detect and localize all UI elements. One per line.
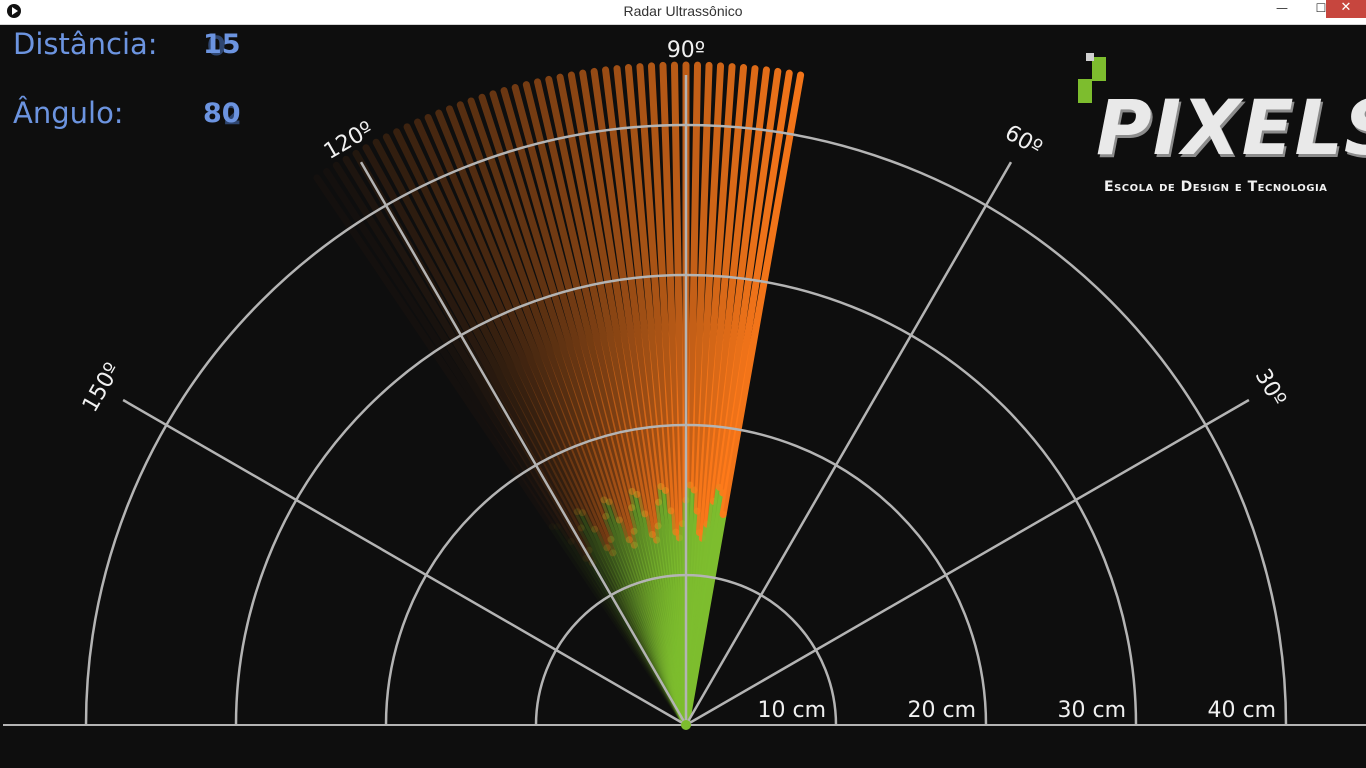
window-title: Radar Ultrassônico bbox=[623, 3, 743, 19]
angle-label: Ângulo: bbox=[13, 96, 124, 130]
pixels-logo: PIXELS Escola de Design e Tecnologia bbox=[1078, 53, 1366, 203]
angle-label: 60º bbox=[1000, 120, 1046, 161]
range-label: 40 cm bbox=[1207, 698, 1276, 723]
angle-value: 80 bbox=[203, 98, 241, 129]
distance-value: 15 bbox=[203, 29, 241, 60]
range-label: 30 cm bbox=[1057, 698, 1126, 723]
minimize-button[interactable]: — bbox=[1262, 0, 1302, 18]
radar-origin bbox=[681, 720, 691, 730]
angle-spoke bbox=[685, 398, 1250, 727]
logo-word: PIXELS bbox=[1096, 83, 1366, 172]
angle-label: 30º bbox=[1250, 365, 1291, 411]
sweep-trail bbox=[332, 61, 805, 729]
radar-canvas: 30º 60º 90º 120º 150º 10 cm 20 cm 30 cm 40 cm Di… bbox=[3, 25, 1366, 768]
distance-label: Distância: bbox=[13, 27, 158, 61]
angle-label: 90º bbox=[667, 38, 705, 63]
range-label: 20 cm bbox=[907, 698, 976, 723]
close-button[interactable]: ✕ bbox=[1326, 0, 1366, 18]
title-bar: Radar Ultrassônico — ☐ ✕ bbox=[0, 0, 1366, 25]
range-label: 10 cm bbox=[757, 698, 826, 723]
logo-tagline: Escola de Design e Tecnologia bbox=[1104, 179, 1328, 195]
angle-label: 150º bbox=[78, 359, 126, 417]
